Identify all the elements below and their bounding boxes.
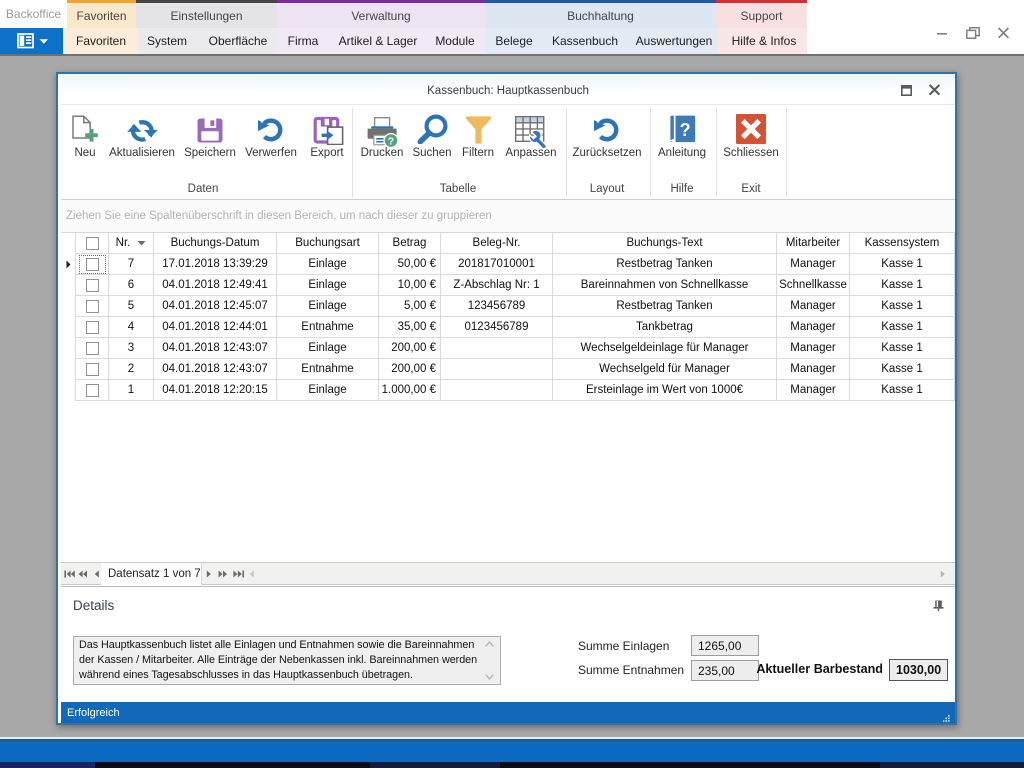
svg-text:?: ? bbox=[679, 120, 690, 140]
